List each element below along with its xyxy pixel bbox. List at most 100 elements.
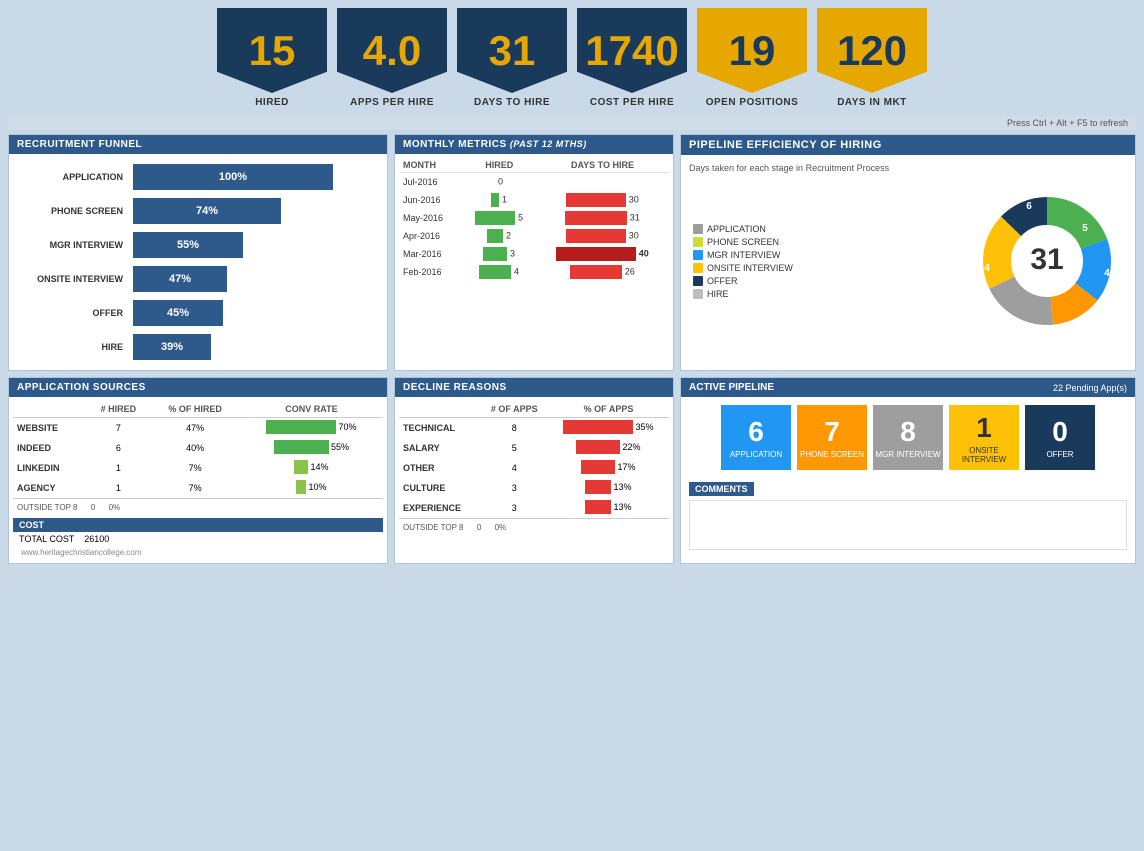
donut-chart: 31 6 5 4 6 6 4 (967, 181, 1127, 341)
kpi-badge-apps: 4.0 (337, 8, 447, 93)
active-box-offer-num: 0 (1052, 416, 1068, 448)
funnel-row-hire: HIRE 39% (15, 330, 381, 364)
svg-text:5: 5 (1082, 223, 1088, 234)
metrics-panel: MONTHLY METRICS (Past 12 mths) MONTH HIR… (394, 134, 674, 371)
legend-label-offer: OFFER (707, 276, 738, 286)
metrics-row-apr2016: Apr-2016 2 30 (399, 227, 669, 245)
funnel-bar-container-offer: 45% (133, 300, 373, 326)
sources-table: # HIRED % OF HIRED CONV RATE WEBSITE 7 4… (13, 401, 383, 498)
sources-outside-val: 0 (91, 503, 95, 512)
metrics-row-mar2016: Mar-2016 3 40 (399, 245, 669, 263)
decline-row-salary: SALARY 5 22% (399, 438, 669, 458)
legend-onsite: ONSITE INTERVIEW (693, 263, 793, 273)
metrics-content: MONTH HIRED DAYS TO HIRE Jul-2016 0 Jun- (395, 154, 673, 285)
legend-mgr: MGR INTERVIEW (693, 250, 793, 260)
sources-content: # HIRED % OF HIRED CONV RATE WEBSITE 7 4… (9, 397, 387, 563)
decline-row-culture: CULTURE 3 13% (399, 478, 669, 498)
decline-outside-pct: 0% (495, 523, 507, 532)
refresh-hint: Press Ctrl + Alt + F5 to refresh (1007, 118, 1128, 128)
total-cost-value: 26100 (84, 534, 109, 544)
metrics-table: MONTH HIRED DAYS TO HIRE Jul-2016 0 Jun- (399, 158, 669, 281)
kpi-row: 15 HIRED 4.0 APPS PER HIRE 31 DAYS TO HI… (8, 8, 1136, 108)
website-footer: www.heritagechristiancollege.com (13, 546, 383, 559)
funnel-row-offer: OFFER 45% (15, 296, 381, 330)
svg-text:4: 4 (1104, 268, 1110, 279)
decline-outside-label: OUTSIDE TOP 8 (403, 523, 463, 532)
metrics-col-hired: HIRED (463, 158, 536, 173)
active-boxes-row: 6 APPLICATION 7 PHONE SCREEN 8 MGR INTER… (681, 397, 1135, 478)
comments-area (689, 500, 1127, 550)
kpi-number-mkt: 120 (837, 30, 907, 72)
total-cost-label: TOTAL COST (19, 534, 74, 544)
funnel-bar-onsite: 47% (133, 266, 227, 292)
kpi-apps-per-hire: 4.0 APPS PER HIRE (337, 8, 447, 108)
metrics-col-days: DAYS TO HIRE (536, 158, 669, 173)
legend-dot-onsite (693, 263, 703, 273)
comments-header: COMMENTS (689, 482, 754, 496)
sources-col-hired: # HIRED (87, 401, 151, 418)
decline-outside-row: OUTSIDE TOP 8 0 0% (399, 518, 669, 532)
decline-outside-val: 0 (477, 523, 481, 532)
decline-row-experience: EXPERIENCE 3 13% (399, 498, 669, 518)
metrics-subtitle: (Past 12 mths) (510, 139, 587, 149)
donut-svg: 31 6 5 4 6 6 4 (967, 181, 1127, 341)
cost-section: COST TOTAL COST 26100 (13, 518, 383, 546)
legend-label-onsite: ONSITE INTERVIEW (707, 263, 793, 273)
decline-col-name (399, 401, 481, 418)
pipeline-content: Days taken for each stage in Recruitment… (681, 155, 1135, 349)
kpi-number-cost: 1740 (585, 30, 678, 72)
legend-dot-application (693, 224, 703, 234)
pipeline-subtitle: Days taken for each stage in Recruitment… (689, 163, 1127, 173)
kpi-label-hired: HIRED (255, 97, 289, 108)
sources-col-name (13, 401, 87, 418)
active-box-phone-num: 7 (824, 416, 840, 448)
funnel-bar-container-mgr: 55% (133, 232, 373, 258)
kpi-number-hired: 15 (249, 30, 296, 72)
funnel-label-mgr: MGR INTERVIEW (23, 240, 133, 250)
active-box-onsite-num: 1 (976, 412, 992, 444)
decline-table: # OF APPS % OF APPS TECHNICAL 8 35% SALA… (399, 401, 669, 518)
kpi-badge-days: 31 (457, 8, 567, 93)
funnel-row-onsite: ONSITE INTERVIEW 47% (15, 262, 381, 296)
legend-phone: PHONE SCREEN (693, 237, 793, 247)
active-box-application-num: 6 (748, 416, 764, 448)
sources-row-website: WEBSITE 7 47% 70% (13, 418, 383, 439)
active-box-offer-label: OFFER (1046, 450, 1073, 459)
funnel-header: RECRUITMENT FUNNEL (9, 135, 387, 154)
active-box-mgr-label: MGR INTERVIEW (875, 450, 940, 459)
kpi-days-in-mkt: 120 DAYS IN MKT (817, 8, 927, 108)
legend-label-application: APPLICATION (707, 224, 766, 234)
active-box-phone: 7 PHONE SCREEN (797, 405, 867, 470)
sources-row-indeed: INDEED 6 40% 55% (13, 438, 383, 458)
active-box-phone-label: PHONE SCREEN (800, 450, 864, 459)
funnel-row-application: APPLICATION 100% (15, 160, 381, 194)
active-pipeline-header: ACTIVE PIPELINE 22 Pending App(s) (681, 378, 1135, 397)
active-pipeline-pending: 22 Pending App(s) (1053, 383, 1127, 393)
kpi-open-positions: 19 OPEN POSITIONS (697, 8, 807, 108)
active-box-mgr: 8 MGR INTERVIEW (873, 405, 943, 470)
svg-text:4: 4 (984, 263, 990, 274)
svg-text:6: 6 (1006, 321, 1012, 332)
sources-outside-pct: 0% (109, 503, 121, 512)
decline-panel: DECLINE REASONS # OF APPS % OF APPS TECH… (394, 377, 674, 564)
sources-header: APPLICATION SOURCES (9, 378, 387, 397)
refresh-bar: Press Ctrl + Alt + F5 to refresh (8, 116, 1136, 130)
legend-label-mgr: MGR INTERVIEW (707, 250, 780, 260)
kpi-label-days: DAYS TO HIRE (474, 97, 550, 108)
legend-dot-phone (693, 237, 703, 247)
legend-hire: HIRE (693, 289, 793, 299)
funnel-bar-offer: 45% (133, 300, 223, 326)
funnel-bar-container-hire: 39% (133, 334, 373, 360)
funnel-label-application: APPLICATION (23, 172, 133, 182)
kpi-number-open: 19 (729, 30, 776, 72)
kpi-label-apps: APPS PER HIRE (350, 97, 434, 108)
legend-offer: OFFER (693, 276, 793, 286)
main-grid: RECRUITMENT FUNNEL APPLICATION 100% PHON… (8, 134, 1136, 564)
funnel-bar-container-onsite: 47% (133, 266, 373, 292)
active-box-offer: 0 OFFER (1025, 405, 1095, 470)
sources-row-agency: AGENCY 1 7% 10% (13, 478, 383, 498)
cost-row: TOTAL COST 26100 (13, 532, 383, 546)
active-box-application: 6 APPLICATION (721, 405, 791, 470)
sources-row-linkedin: LINKEDIN 1 7% 14% (13, 458, 383, 478)
decline-header: DECLINE REASONS (395, 378, 673, 397)
